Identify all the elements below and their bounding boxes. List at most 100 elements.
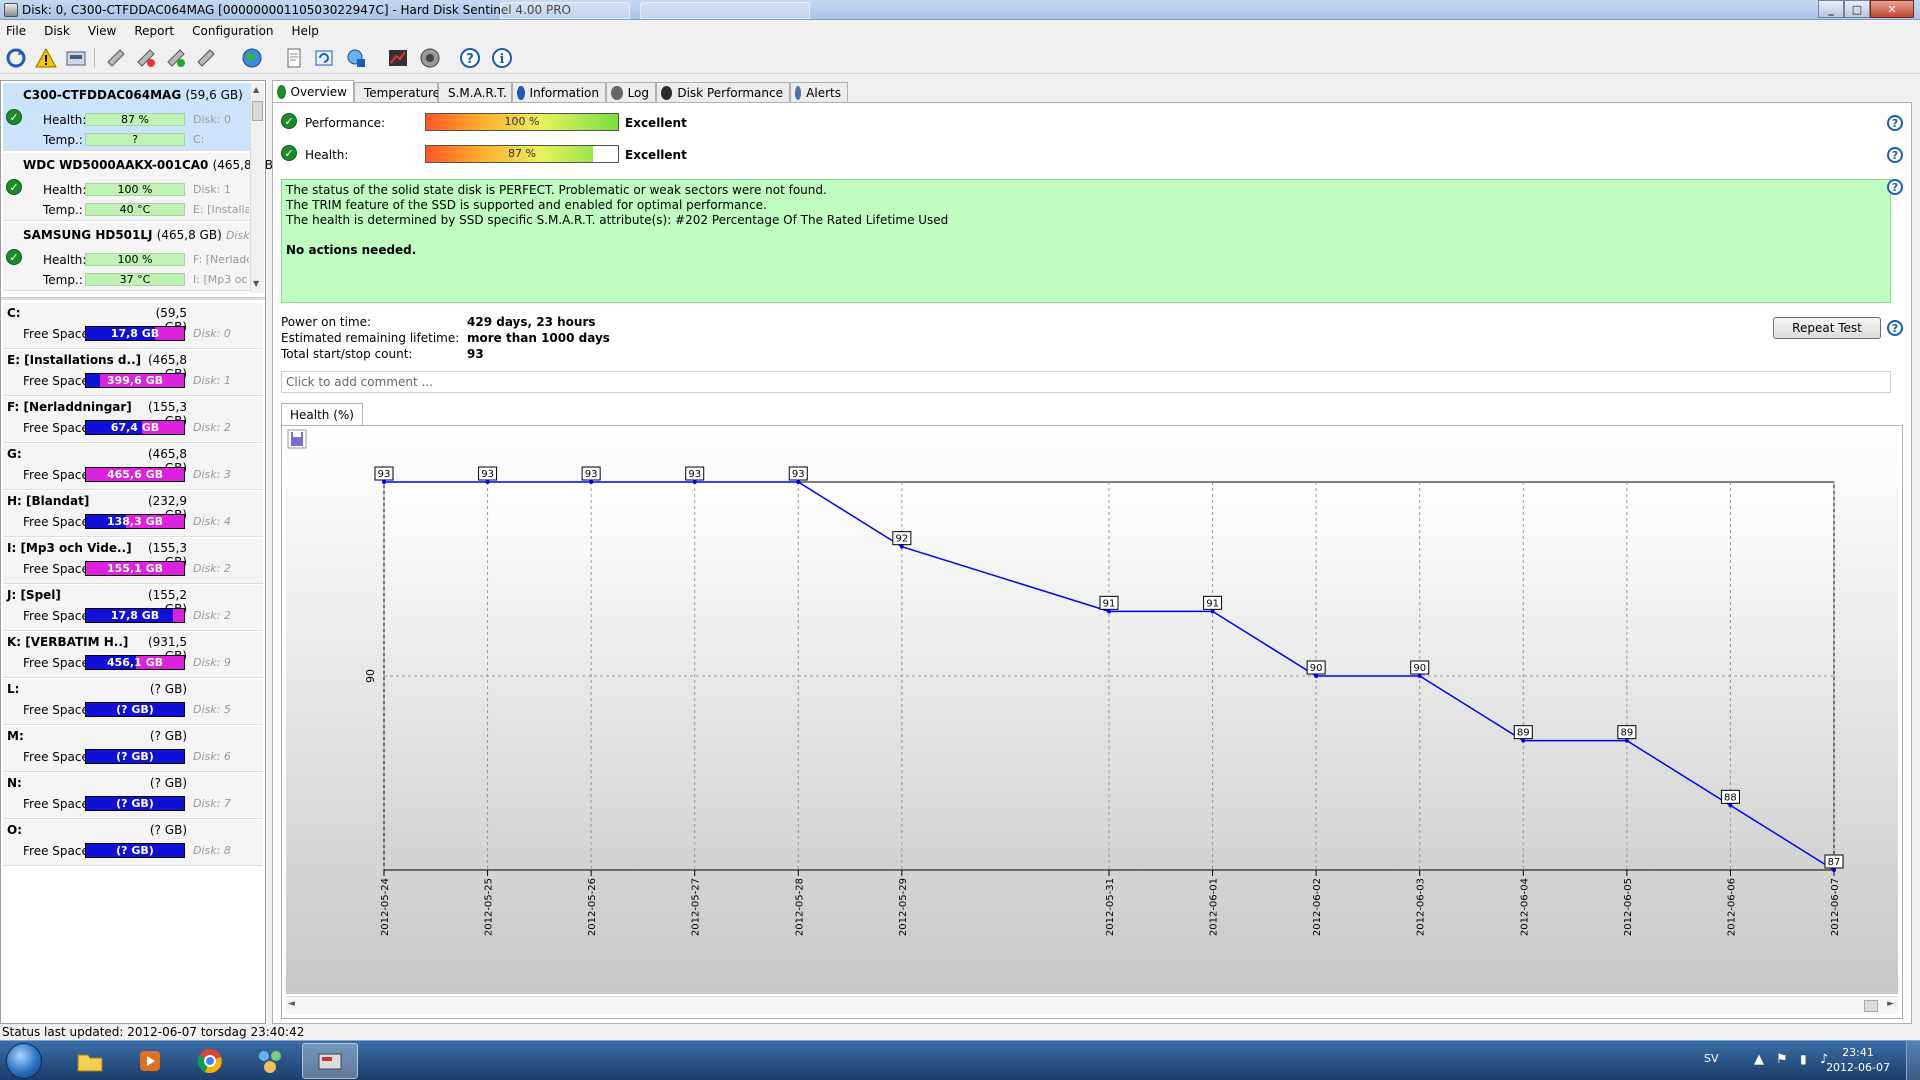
tool-icon[interactable] xyxy=(134,46,158,70)
svg-text:i: i xyxy=(500,52,505,67)
window-title: Disk: 0, C300-CTFDDAC064MAG [00000000110… xyxy=(22,3,571,17)
partition-row[interactable]: L: (? GB) Free Space (? GB) Disk: 5 xyxy=(3,679,263,725)
partition-row[interactable]: C:(59,5 GB)Free Space17,8 GBDisk: 0 xyxy=(3,303,263,349)
refresh-icon[interactable] xyxy=(4,46,28,70)
help-icon[interactable]: ? xyxy=(1887,115,1903,131)
tab-disk-performance[interactable]: Disk Performance xyxy=(656,82,790,102)
menu-configuration[interactable]: Configuration xyxy=(192,24,273,38)
disk-number: Disk: 1 xyxy=(193,183,231,196)
repeat-test-button[interactable]: Repeat Test xyxy=(1773,317,1881,339)
tab-temperature[interactable]: Temperature xyxy=(354,82,440,102)
partition-row[interactable]: K: [VERBATIM H..](931,5 GB)Free Space456… xyxy=(3,632,263,678)
maximize-button[interactable]: □ xyxy=(1844,0,1870,18)
disk-info-icon[interactable] xyxy=(64,46,88,70)
speaker-icon[interactable] xyxy=(418,46,442,70)
partition-disk: Disk: 2 xyxy=(193,609,231,622)
panel-splitter[interactable] xyxy=(1,297,265,300)
tool-icon[interactable] xyxy=(194,46,218,70)
chrome-taskbar-icon[interactable] xyxy=(182,1043,238,1079)
partition-disk: Disk: 4 xyxy=(193,515,231,528)
help-icon[interactable]: ? xyxy=(458,46,482,70)
tab-s-m-a-r-t[interactable]: S.M.A.R.T. xyxy=(438,82,512,102)
partition-row[interactable]: N: (? GB) Free Space (? GB) Disk: 7 xyxy=(3,773,263,819)
notification-arrow-icon[interactable]: ▲ xyxy=(1754,1052,1764,1067)
partition-row[interactable]: E: [Installations d..](465,8 GB)Free Spa… xyxy=(3,350,263,396)
check-icon: ✓ xyxy=(6,109,22,125)
disk-card[interactable]: WDC WD5000AAKX-001CA0 (465,8 GB) ✓ Healt… xyxy=(3,153,278,221)
warning-icon[interactable] xyxy=(34,46,58,70)
chart-scrollbar[interactable]: ◄ ► xyxy=(286,996,1898,1014)
scroll-right-icon[interactable]: ► xyxy=(1887,999,1894,1009)
network-icon[interactable]: ▮ xyxy=(1800,1052,1807,1066)
power-on-value: 429 days, 23 hours xyxy=(467,315,596,329)
partition-row[interactable]: I: [Mp3 och Vide..](155,3 GB)Free Space1… xyxy=(3,538,263,584)
scroll-left-icon[interactable]: ◄ xyxy=(288,999,295,1009)
close-button[interactable]: ✕ xyxy=(1870,0,1914,18)
x-tick-label: 2012-05-24 xyxy=(380,878,391,936)
data-label: 93 xyxy=(378,469,391,480)
help-icon[interactable]: ? xyxy=(1887,320,1903,336)
web-update-icon[interactable] xyxy=(344,46,368,70)
disk-card[interactable]: SAMSUNG HD501LJ (465,8 GB) Disk: 2 ✓ Hea… xyxy=(3,223,264,291)
background-window-tab[interactable] xyxy=(640,2,810,19)
menu-file[interactable]: File xyxy=(6,24,26,38)
globe-icon[interactable] xyxy=(240,46,264,70)
scroll-thumb[interactable] xyxy=(1864,1000,1878,1012)
partition-row[interactable]: M: (? GB) Free Space (? GB) Disk: 6 xyxy=(3,726,263,772)
explorer-taskbar-icon[interactable] xyxy=(62,1043,118,1079)
help-icon[interactable]: ? xyxy=(1887,179,1903,195)
report-icon[interactable] xyxy=(282,46,306,70)
disk-list-scrollbar[interactable]: ▲ ▼ xyxy=(250,83,264,293)
benchmark-icon[interactable] xyxy=(386,46,410,70)
tab-label: Overview xyxy=(290,84,348,99)
sync-icon[interactable] xyxy=(312,46,336,70)
free-space-label: Free Space xyxy=(23,468,89,482)
scroll-down-icon[interactable]: ▼ xyxy=(253,279,259,288)
tab-health-chart[interactable]: Health (%) xyxy=(281,403,363,425)
show-desktop-button[interactable] xyxy=(1906,1041,1920,1080)
free-space-label: Free Space xyxy=(23,327,89,341)
clock[interactable]: 23:41 2012-06-07 xyxy=(1826,1045,1890,1075)
tab-overview[interactable]: Overview xyxy=(272,80,354,102)
health-label: Health: xyxy=(43,183,87,197)
help-icon[interactable]: ? xyxy=(1887,147,1903,163)
language-indicator[interactable]: SV xyxy=(1704,1052,1719,1065)
partition-row[interactable]: H: [Blandat](232,9 GB)Free Space138,3 GB… xyxy=(3,491,263,537)
partition-row[interactable]: J: [Spel](155,2 GB)Free Space17,8 GBDisk… xyxy=(3,585,263,631)
start-button[interactable] xyxy=(6,1043,42,1079)
save-chart-icon[interactable] xyxy=(287,429,307,449)
scroll-thumb[interactable] xyxy=(252,101,263,121)
tab-label: S.M.A.R.T. xyxy=(448,85,507,100)
scroll-up-icon[interactable]: ▲ xyxy=(253,85,259,94)
menu-view[interactable]: View xyxy=(88,24,116,38)
info-icon[interactable]: i xyxy=(490,46,514,70)
hard-disk-sentinel-taskbar-icon[interactable] xyxy=(302,1043,358,1079)
x-tick-label: 2012-06-05 xyxy=(1623,878,1634,936)
tab-alerts[interactable]: Alerts xyxy=(790,82,848,102)
background-window-tab[interactable] xyxy=(500,2,630,19)
partition-row[interactable]: G:(465,8 GB)Free Space465,6 GBDisk: 3 xyxy=(3,444,263,490)
disk-card[interactable]: C300-CTFDDAC064MAG (59,6 GB) ✓ Health: 8… xyxy=(3,83,251,151)
partition-disk: Disk: 8 xyxy=(193,844,231,857)
menu-disk[interactable]: Disk xyxy=(44,24,70,38)
free-space-label: Free Space xyxy=(23,750,89,764)
lifetime-value: more than 1000 days xyxy=(467,331,610,345)
menu-report[interactable]: Report xyxy=(134,24,174,38)
partition-disk: Disk: 7 xyxy=(193,797,231,810)
tool-icon[interactable] xyxy=(164,46,188,70)
data-label: 89 xyxy=(1620,728,1633,739)
partition-row[interactable]: O: (? GB) Free Space (? GB) Disk: 8 xyxy=(3,820,263,866)
flag-icon[interactable]: ⚑ xyxy=(1776,1052,1788,1067)
network-app-taskbar-icon[interactable] xyxy=(242,1043,298,1079)
data-point xyxy=(899,544,904,549)
tab-log[interactable]: Log xyxy=(606,82,656,102)
minimize-button[interactable]: _ xyxy=(1818,0,1844,18)
media-player-taskbar-icon[interactable] xyxy=(122,1043,178,1079)
tab-information[interactable]: Information xyxy=(512,82,606,102)
x-tick-label: 2012-05-31 xyxy=(1105,878,1116,936)
comment-field[interactable]: Click to add comment ... xyxy=(281,371,1891,393)
partition-size: (? GB) xyxy=(149,776,187,790)
partition-row[interactable]: F: [Nerladdningar](155,3 GB)Free Space67… xyxy=(3,397,263,443)
menu-help[interactable]: Help xyxy=(292,24,319,38)
tool-icon[interactable] xyxy=(104,46,128,70)
